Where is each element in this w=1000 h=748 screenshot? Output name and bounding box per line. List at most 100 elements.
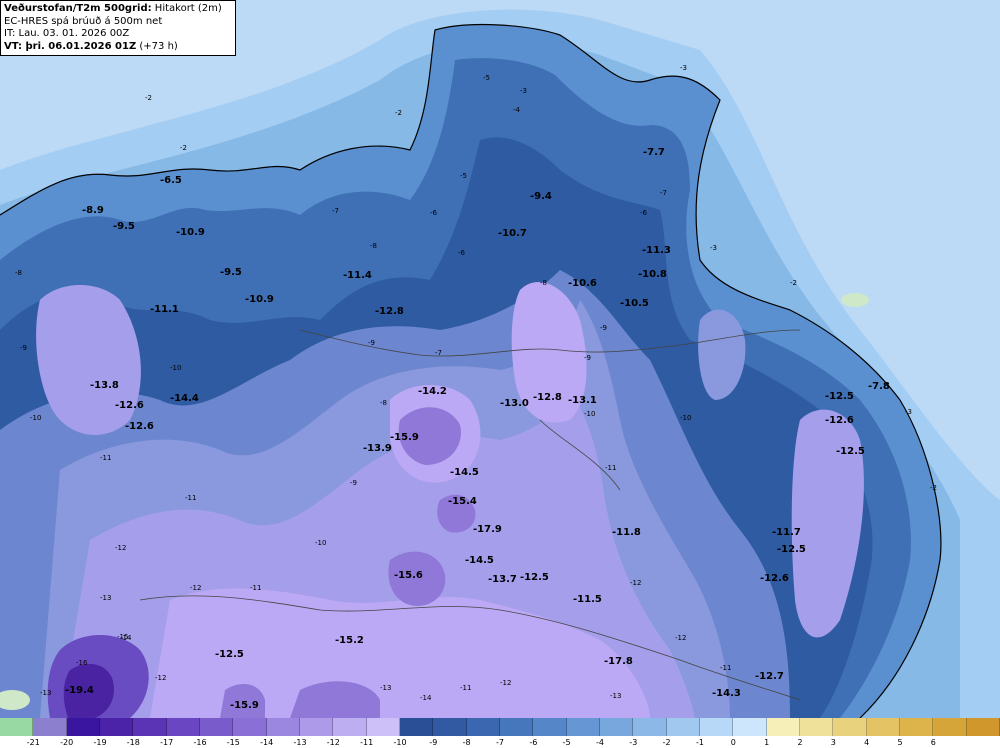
colorbar-swatch	[166, 718, 200, 736]
temperature-label: -10.8	[638, 269, 667, 280]
contour-label: -8	[15, 269, 22, 277]
colorbar-swatch	[866, 718, 900, 736]
contour-label: -11	[605, 464, 616, 472]
info-model: EC-HRES spá brúuð á 500m net	[4, 15, 163, 27]
contour-label: -10	[170, 364, 181, 372]
colorbar-swatch	[99, 718, 134, 736]
colorbar-label: -16	[193, 738, 207, 747]
contour-label: -6	[430, 209, 438, 217]
temperature-label: -12.8	[533, 392, 562, 403]
info-valid-bold: VT: þri. 06.01.2026 01Z	[4, 40, 137, 52]
colorbar-swatch	[766, 718, 800, 736]
contour-label: -2	[790, 279, 797, 287]
temperature-label: -12.5	[520, 572, 549, 583]
colorbar-label: -20	[60, 738, 74, 747]
colorbar-swatch	[133, 718, 167, 736]
contour-label: -6	[458, 249, 466, 257]
colorbar-swatch	[0, 718, 34, 736]
colorbar-swatch	[333, 718, 367, 736]
colorbar-swatch	[433, 718, 467, 736]
temperature-label: -12.5	[825, 391, 854, 402]
colorbar-label: -21	[26, 738, 40, 747]
temperature-label: -11.8	[612, 527, 641, 538]
colorbar-swatch	[533, 718, 567, 736]
contour-label: -10	[30, 414, 41, 422]
colorbar-label: -5	[562, 738, 571, 747]
contour-label: -3	[520, 87, 527, 95]
temperature-label: -14.2	[418, 386, 447, 397]
contour-label: -5	[483, 74, 490, 82]
contour-label: -11	[250, 584, 261, 592]
contour-label: -6	[640, 209, 648, 217]
colorbar-label: -14	[260, 738, 274, 747]
contour-label: -10	[680, 414, 691, 422]
temperature-label: -12.7	[755, 671, 784, 682]
contour-label: -12	[155, 674, 166, 682]
temperature-label: -11.4	[343, 270, 372, 281]
contour-label: -2	[145, 94, 152, 102]
colorbar-label: -11	[360, 738, 374, 747]
colorbar-label: -13	[293, 738, 307, 747]
colorbar-swatch	[399, 718, 434, 736]
contour-label: -12	[675, 634, 686, 642]
colorbar-label: 6	[930, 738, 936, 747]
contour-label: -12	[630, 579, 641, 587]
colorbar-swatch	[33, 718, 67, 736]
colorbar-swatch	[966, 718, 1000, 736]
temperature-label: -11.5	[573, 594, 602, 605]
contour-label: -10	[584, 410, 595, 418]
colorbar-label: -6	[529, 738, 538, 747]
contour-label: -8	[380, 399, 387, 407]
temperature-label: -13.1	[568, 395, 597, 406]
temperature-label: -17.8	[604, 656, 633, 667]
contour-label: -2	[180, 144, 187, 152]
contour-label: -12	[190, 584, 201, 592]
colorbar-label: -18	[126, 738, 140, 747]
colorbar-label: -17	[160, 738, 174, 747]
temperature-label: -10.9	[245, 294, 274, 305]
info-title-rest: Hitakort (2m)	[154, 3, 222, 14]
info-valid-rest: (+73 h)	[139, 40, 178, 52]
colorbar-label: 3	[830, 738, 836, 747]
colorbar-label: 5	[897, 738, 903, 747]
temperature-label: -11.7	[772, 527, 801, 538]
contour-label: -10	[315, 539, 326, 547]
temperature-label: -12.6	[825, 415, 854, 426]
contour-label: -13	[610, 692, 621, 700]
temperature-label: -8.9	[82, 205, 104, 216]
colorbar-label: -9	[429, 738, 438, 747]
contour-label: -11	[460, 684, 471, 692]
contour-label: -11	[100, 454, 111, 462]
contour-label: -12	[115, 544, 126, 552]
temperature-label: -13.9	[363, 443, 392, 454]
colorbar-swatches	[0, 718, 1000, 736]
info-title: Veðurstofan/T2m 500grid: Hitakort (2m)	[4, 3, 232, 16]
colorbar-label: 1	[764, 738, 770, 747]
colorbar-swatch	[733, 718, 767, 736]
temperature-label: -15.6	[394, 570, 423, 581]
contour-label: -11	[720, 664, 731, 672]
temperature-label: -9.5	[220, 267, 242, 278]
colorbar-label: -19	[93, 738, 107, 747]
map-area[interactable]: -6.5 -8.9 -9.5 -10.9 -9.5 -10.9 -11.1 -11.4 -12.…	[0, 0, 1000, 718]
temperature-label: -14.4	[170, 393, 199, 404]
temperature-label: -10.7	[498, 228, 527, 239]
colorbar-swatch	[599, 718, 634, 736]
colorbar-swatch	[266, 718, 300, 736]
colorbar-label: -12	[326, 738, 340, 747]
temperature-label: -10.9	[176, 227, 205, 238]
colorbar-swatch	[566, 718, 600, 736]
temperature-label: -11.3	[642, 245, 671, 256]
temperature-label: -12.8	[375, 306, 404, 317]
contour-label: -12	[500, 679, 511, 687]
colorbar-labels: -21 -20 -19 -18 -17 -16 -15 -14 -13 -12 -11 -10 -9 -8…	[0, 737, 1000, 748]
contour-label: -16	[76, 659, 88, 667]
contour-label: -7	[435, 349, 442, 357]
info-title-bold: Veðurstofan/T2m 500grid:	[4, 3, 152, 14]
temperature-label: -17.9	[473, 524, 502, 535]
temperature-label: -14.5	[450, 467, 479, 478]
colorbar-swatch	[366, 718, 400, 736]
contour-label: -8	[540, 279, 547, 287]
colorbar-label: 0	[730, 738, 736, 747]
temperature-label: -15.4	[448, 496, 477, 507]
